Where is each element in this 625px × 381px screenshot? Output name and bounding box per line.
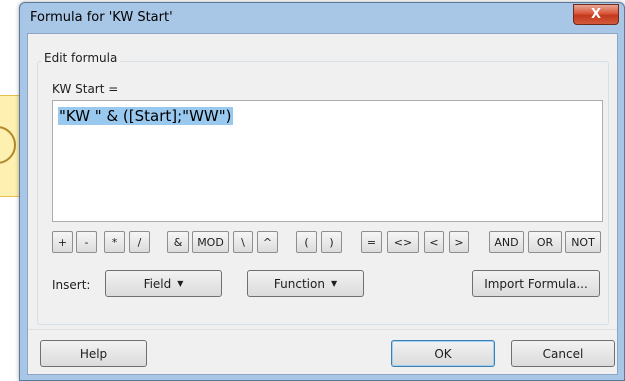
title-bar[interactable]: Formula for 'KW Start' X [20, 3, 624, 33]
chevron-down-icon: ▼ [177, 279, 184, 288]
formula-dialog: Formula for 'KW Start' X Edit formula KW… [19, 2, 625, 381]
footer-separator [28, 329, 617, 330]
background-note-circle [0, 126, 16, 164]
operator-not-equal-button[interactable]: <> [387, 231, 419, 253]
operator-backslash-button[interactable]: \ [233, 231, 253, 253]
operator-not-button[interactable]: NOT [565, 231, 601, 253]
close-button[interactable]: X [573, 4, 619, 25]
cancel-button[interactable]: Cancel [511, 340, 615, 367]
operator-plus-button[interactable]: + [52, 231, 73, 253]
close-icon: X [590, 7, 602, 22]
operator-greater-than-button[interactable]: > [449, 231, 469, 253]
operator-equals-button[interactable]: = [361, 231, 382, 253]
insert-field-label: Field [143, 276, 172, 291]
insert-field-button[interactable]: Field ▼ [105, 270, 222, 297]
import-formula-button[interactable]: Import Formula... [472, 270, 600, 297]
insert-label: Insert: [52, 278, 91, 292]
help-button[interactable]: Help [40, 340, 147, 367]
dialog-body: Edit formula KW Start = "KW " & ([Start]… [27, 33, 618, 375]
operator-ampersand-button[interactable]: & [167, 231, 189, 253]
operator-open-paren-button[interactable]: ( [296, 231, 317, 253]
operator-multiply-button[interactable]: * [104, 231, 125, 253]
operator-or-button[interactable]: OR [528, 231, 562, 253]
formula-text: "KW " & ([Start];"WW") [58, 107, 233, 125]
operator-close-paren-button[interactable]: ) [321, 231, 342, 253]
operator-divide-button[interactable]: / [129, 231, 150, 253]
chevron-down-icon: ▼ [330, 279, 338, 288]
formula-field-label: KW Start = [52, 82, 119, 96]
operator-less-than-button[interactable]: < [424, 231, 444, 253]
edit-formula-group-label: Edit formula [41, 51, 121, 65]
operator-mod-button[interactable]: MOD [192, 231, 229, 253]
formula-input[interactable]: "KW " & ([Start];"WW") [52, 100, 603, 222]
dialog-title: Formula for 'KW Start' [30, 10, 173, 25]
operator-caret-button[interactable]: ^ [257, 231, 278, 253]
ok-button[interactable]: OK [391, 340, 495, 367]
operator-minus-button[interactable]: - [76, 231, 97, 253]
operator-and-button[interactable]: AND [489, 231, 524, 253]
insert-function-button[interactable]: Function ▼ [247, 270, 364, 297]
insert-function-label: Function [273, 276, 325, 291]
